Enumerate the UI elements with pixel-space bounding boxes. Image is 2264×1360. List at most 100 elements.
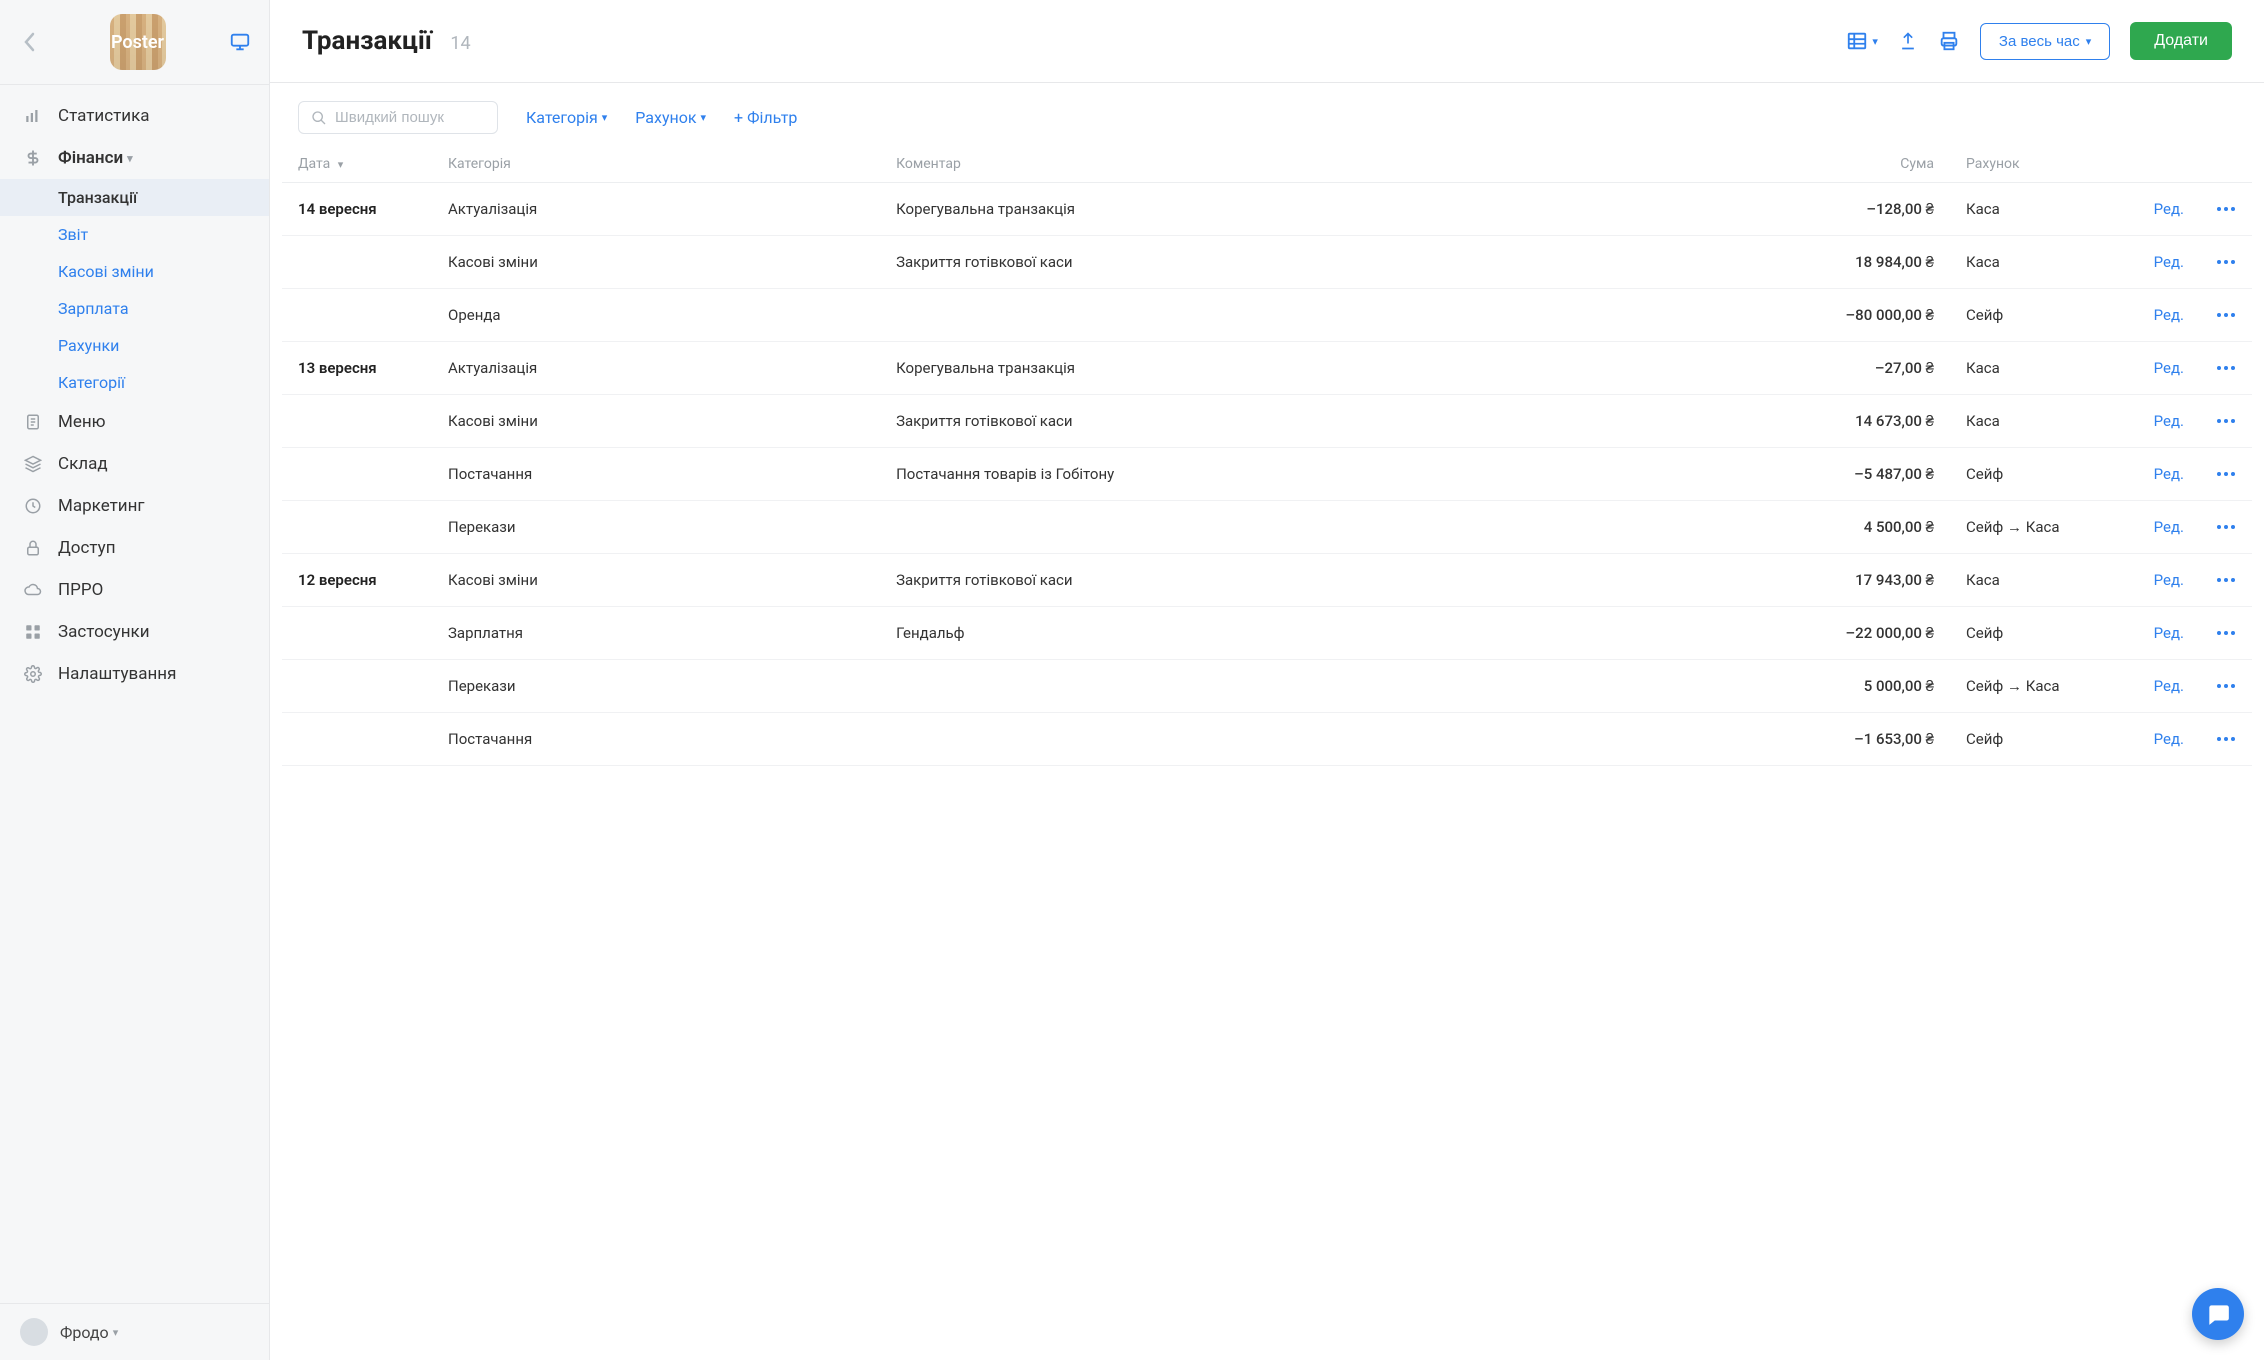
cell-comment: [880, 660, 1800, 713]
cell-date: [282, 448, 432, 501]
sub-item-report[interactable]: Звіт: [58, 216, 269, 253]
edit-link[interactable]: Ред.: [2154, 359, 2184, 377]
sidebar-item-settings[interactable]: Налаштування: [0, 653, 269, 695]
col-comment[interactable]: Коментар: [880, 146, 1800, 183]
col-date[interactable]: Дата ▾: [282, 146, 432, 183]
col-sum[interactable]: Сума: [1800, 146, 1950, 183]
edit-link[interactable]: Ред.: [2154, 465, 2184, 483]
col-account[interactable]: Рахунок: [1950, 146, 2130, 183]
edit-link[interactable]: Ред.: [2154, 412, 2184, 430]
add-button[interactable]: Додати: [2130, 22, 2232, 60]
table-row[interactable]: Постачання –1 653,00 ₴ Сейф Ред.: [282, 713, 2252, 766]
sidebar-item-label: Маркетинг: [58, 496, 145, 516]
cell-sum: 17 943,00 ₴: [1800, 554, 1950, 607]
table-row[interactable]: 13 вересня Актуалізація Корегувальна тра…: [282, 342, 2252, 395]
sidebar-footer[interactable]: Фродо ▾: [0, 1303, 269, 1360]
cell-sum: 5 000,00 ₴: [1800, 660, 1950, 713]
cell-comment: Закриття готівкової каси: [880, 395, 1800, 448]
cell-account: Сейф: [1950, 713, 2130, 766]
row-more-button[interactable]: [2200, 395, 2252, 448]
export-button[interactable]: [1898, 31, 1918, 51]
col-category[interactable]: Категорія: [432, 146, 880, 183]
row-more-button[interactable]: [2200, 607, 2252, 660]
row-more-button[interactable]: [2200, 183, 2252, 236]
row-more-button[interactable]: [2200, 289, 2252, 342]
pos-terminal-icon[interactable]: [229, 31, 251, 53]
cell-date: [282, 660, 432, 713]
add-filter-button[interactable]: + Фільтр: [734, 108, 797, 127]
sidebar-item-access[interactable]: Доступ: [0, 527, 269, 569]
edit-link[interactable]: Ред.: [2154, 571, 2184, 589]
sidebar-item-label: Налаштування: [58, 664, 176, 684]
cell-date: [282, 607, 432, 660]
table-row[interactable]: 14 вересня Актуалізація Корегувальна тра…: [282, 183, 2252, 236]
sidebar-item-statistics[interactable]: Статистика: [0, 95, 269, 137]
sub-item-categories[interactable]: Категорії: [58, 364, 269, 401]
cell-date: [282, 236, 432, 289]
date-range-button[interactable]: За весь час ▾: [1980, 23, 2110, 60]
table-row[interactable]: Касові зміни Закриття готівкової каси 18…: [282, 236, 2252, 289]
cell-account: Сейф: [1950, 289, 2130, 342]
filters-bar: Категорія▾ Рахунок▾ + Фільтр: [270, 83, 2264, 146]
dots-icon: [2216, 577, 2236, 583]
table-row[interactable]: 12 вересня Касові зміни Закриття готівко…: [282, 554, 2252, 607]
edit-link[interactable]: Ред.: [2154, 677, 2184, 695]
row-more-button[interactable]: [2200, 554, 2252, 607]
table-row[interactable]: Перекази 4 500,00 ₴ Сейф → Каса Ред.: [282, 501, 2252, 554]
cell-category: Касові зміни: [432, 554, 880, 607]
sub-item-cash-shifts[interactable]: Касові зміни: [58, 253, 269, 290]
row-more-button[interactable]: [2200, 660, 2252, 713]
cell-account: Каса: [1950, 395, 2130, 448]
filter-category[interactable]: Категорія▾: [526, 108, 607, 127]
chat-widget[interactable]: [2192, 1288, 2244, 1340]
dots-icon: [2216, 418, 2236, 424]
sub-item-accounts[interactable]: Рахунки: [58, 327, 269, 364]
table-view-button[interactable]: ▾: [1846, 30, 1878, 52]
table-row[interactable]: Оренда –80 000,00 ₴ Сейф Ред.: [282, 289, 2252, 342]
filter-account[interactable]: Рахунок▾: [635, 108, 706, 127]
sub-item-transactions[interactable]: Транзакції: [0, 179, 269, 216]
edit-link[interactable]: Ред.: [2154, 730, 2184, 748]
row-more-button[interactable]: [2200, 501, 2252, 554]
dots-icon: [2216, 630, 2236, 636]
cell-date: 14 вересня: [282, 183, 432, 236]
table-row[interactable]: Зарплатня Гендальф –22 000,00 ₴ Сейф Ред…: [282, 607, 2252, 660]
row-more-button[interactable]: [2200, 713, 2252, 766]
print-button[interactable]: [1938, 30, 1960, 52]
table-row[interactable]: Касові зміни Закриття готівкової каси 14…: [282, 395, 2252, 448]
cell-comment: Закриття готівкової каси: [880, 554, 1800, 607]
main-header: Транзакції 14 ▾ За весь час ▾ Додат: [270, 0, 2264, 83]
sidebar-item-stock[interactable]: Склад: [0, 443, 269, 485]
cell-sum: 14 673,00 ₴: [1800, 395, 1950, 448]
edit-link[interactable]: Ред.: [2154, 518, 2184, 536]
cell-sum: –1 653,00 ₴: [1800, 713, 1950, 766]
sidebar-item-menu[interactable]: Меню: [0, 401, 269, 443]
dollar-icon: [20, 149, 46, 167]
edit-link[interactable]: Ред.: [2154, 306, 2184, 324]
back-button[interactable]: [14, 28, 46, 56]
row-more-button[interactable]: [2200, 342, 2252, 395]
table-row[interactable]: Перекази 5 000,00 ₴ Сейф → Каса Ред.: [282, 660, 2252, 713]
row-more-button[interactable]: [2200, 448, 2252, 501]
cell-sum: 18 984,00 ₴: [1800, 236, 1950, 289]
sidebar-item-marketing[interactable]: Маркетинг: [0, 485, 269, 527]
edit-link[interactable]: Ред.: [2154, 200, 2184, 218]
nav-sub-finance: Транзакції Звіт Касові зміни Зарплата Ра…: [0, 179, 269, 401]
table-wrap[interactable]: Дата ▾ Категорія Коментар Сума Рахунок 1…: [270, 146, 2264, 1360]
search-box[interactable]: [298, 101, 498, 134]
sub-item-payroll[interactable]: Зарплата: [58, 290, 269, 327]
edit-link[interactable]: Ред.: [2154, 253, 2184, 271]
cell-comment: [880, 713, 1800, 766]
row-more-button[interactable]: [2200, 236, 2252, 289]
sidebar-item-finance[interactable]: Фінанси ▾: [0, 137, 269, 179]
table-row[interactable]: Постачання Постачання товарів із Гобітон…: [282, 448, 2252, 501]
cell-comment: [880, 501, 1800, 554]
brand-logo[interactable]: Poster: [110, 14, 166, 70]
cell-sum: –27,00 ₴: [1800, 342, 1950, 395]
search-input[interactable]: [335, 109, 485, 126]
dots-icon: [2216, 365, 2236, 371]
edit-link[interactable]: Ред.: [2154, 624, 2184, 642]
cell-date: [282, 713, 432, 766]
sidebar-item-apps[interactable]: Застосунки: [0, 611, 269, 653]
sidebar-item-prro[interactable]: ПРРО: [0, 569, 269, 611]
